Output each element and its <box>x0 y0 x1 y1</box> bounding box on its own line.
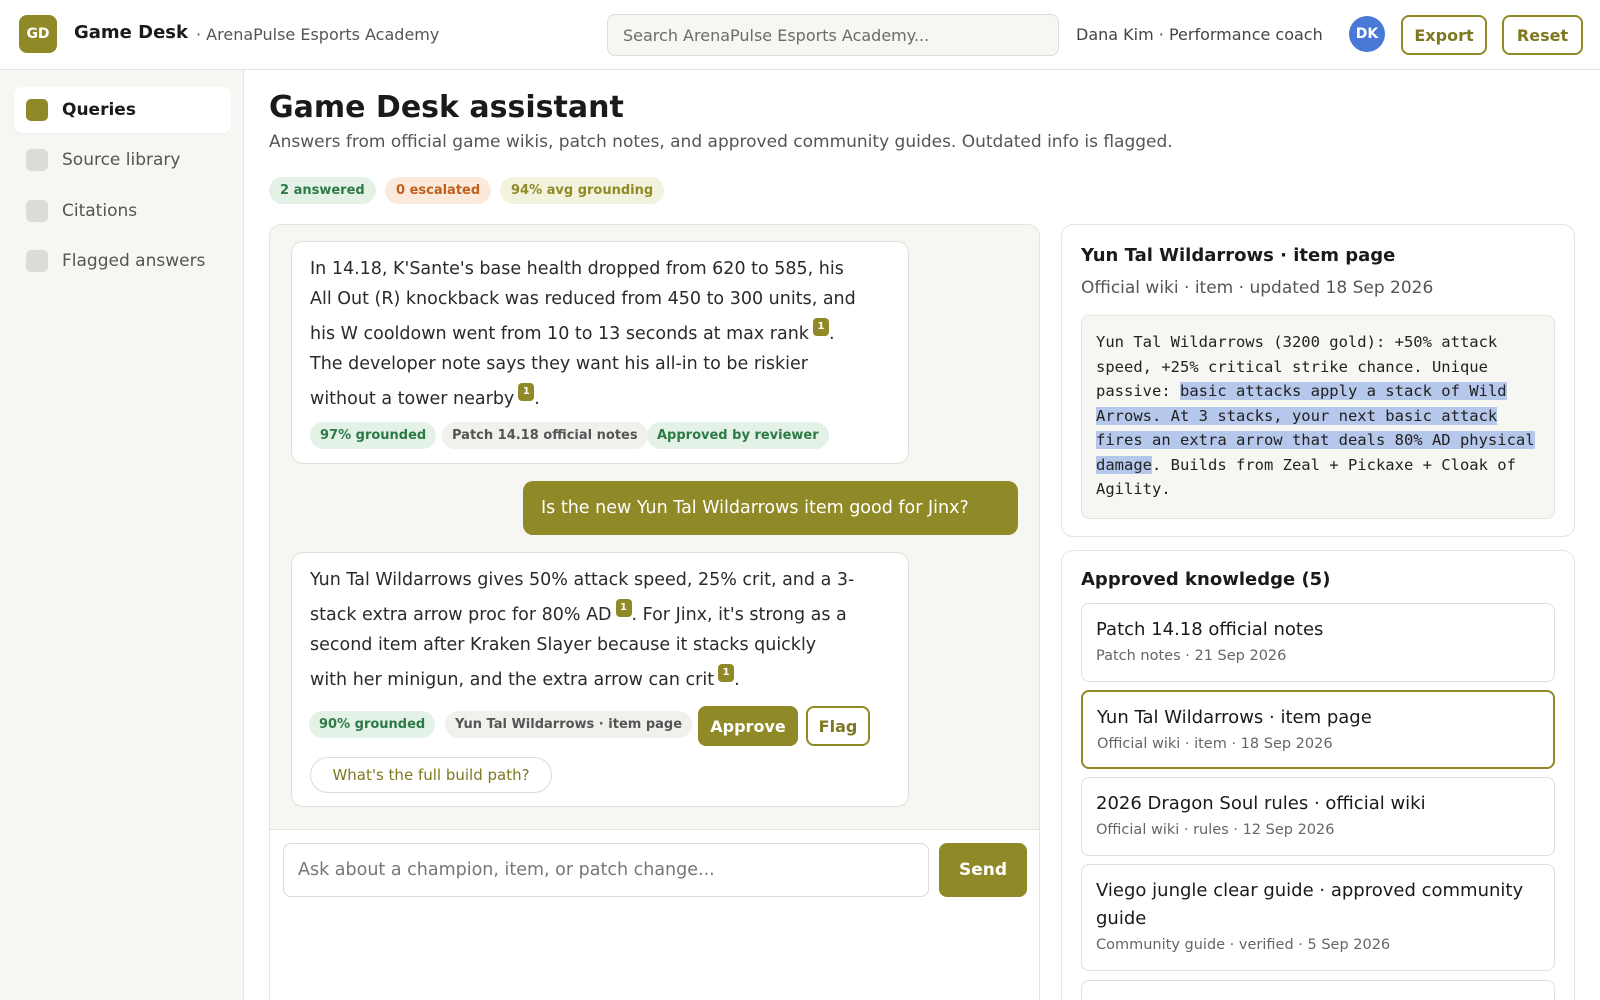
source-badge[interactable]: Patch 14.18 official notes <box>442 422 648 449</box>
knowledge-item[interactable] <box>1081 980 1555 1000</box>
reset-button[interactable]: Reset <box>1502 15 1583 55</box>
grounded-badge: 90% grounded <box>309 711 436 738</box>
top-bar: GD Game Desk · ArenaPulse Esports Academ… <box>0 0 1600 70</box>
knowledge-item-title: 2026 Dragon Soul rules · official wiki <box>1096 793 1426 814</box>
user-name: Dana Kim · Performance coach <box>1076 25 1323 44</box>
export-button[interactable]: Export <box>1401 15 1487 55</box>
approve-button[interactable]: Approve <box>698 706 798 746</box>
source-detail-title: Yun Tal Wildarrows · item page <box>1081 245 1396 266</box>
grounded-badge: 97% grounded <box>310 422 437 449</box>
knowledge-item[interactable]: Viego jungle clear guide · approved comm… <box>1081 864 1555 971</box>
send-button[interactable]: Send <box>939 843 1027 897</box>
knowledge-item[interactable]: 2026 Dragon Soul rules · official wiki O… <box>1081 777 1555 856</box>
escalated-badge: 0 escalated <box>385 177 492 204</box>
knowledge-item-title: Viego jungle clear guide · approved comm… <box>1096 880 1524 929</box>
flagged-answers-icon <box>26 250 48 272</box>
message-line-text: without a tower nearby <box>310 389 515 409</box>
sentence-period: . <box>828 324 835 344</box>
message-line: his W cooldown went from 10 to 13 second… <box>310 318 856 349</box>
source-badge[interactable]: Yun Tal Wildarrows · item page <box>445 711 693 738</box>
knowledge-item-meta: Official wiki · item · 18 Sep 2026 <box>1097 736 1333 752</box>
sidebar-item-queries[interactable]: Queries <box>14 87 231 133</box>
sidebar-item-source-library[interactable]: Source library <box>14 137 231 183</box>
message-line: The developer note says they want his al… <box>310 354 808 374</box>
message-line: Yun Tal Wildarrows gives 50% attack spee… <box>310 570 855 590</box>
approved-badge: Approved by reviewer <box>647 422 829 449</box>
citation-marker[interactable]: 1 <box>615 599 632 617</box>
citation-marker[interactable]: 1 <box>518 383 535 401</box>
message-line: with her minigun, and the extra arrow ca… <box>310 664 854 695</box>
knowledge-item-meta: Patch notes · 21 Sep 2026 <box>1096 648 1287 664</box>
grounding-badge: 94% avg grounding <box>500 177 665 204</box>
excerpt-text: . Builds from Zeal + Pickaxe + Cloak of … <box>1096 455 1516 499</box>
sidebar: Queries Source library Citations Flagged… <box>0 70 244 1000</box>
knowledge-item-title: Patch 14.18 official notes <box>1096 619 1324 640</box>
sidebar-item-label: Source library <box>62 150 181 170</box>
knowledge-item[interactable]: Yun Tal Wildarrows · item page Official … <box>1081 690 1555 769</box>
app-logo: GD <box>19 15 57 53</box>
source-detail-card: Yun Tal Wildarrows · item page Official … <box>1061 224 1575 537</box>
app-name: Game Desk <box>74 22 188 43</box>
org-name: · ArenaPulse Esports Academy <box>196 25 440 44</box>
source-excerpt: Yun Tal Wildarrows (3200 gold): +50% att… <box>1081 315 1555 519</box>
message-line: All Out (R) knockback was reduced from 4… <box>310 289 856 309</box>
page-subtitle: Answers from official game wikis, patch … <box>269 132 1173 152</box>
sentence-period: . <box>534 389 540 409</box>
message-line-text: with her minigun, and the extra arrow ca… <box>310 670 715 690</box>
source-detail-meta: Official wiki · item · updated 18 Sep 20… <box>1081 278 1434 298</box>
knowledge-item-meta: Community guide · verified · 5 Sep 2026 <box>1096 937 1391 953</box>
message-line: stack extra arrow proc for 80% AD 1. For … <box>310 599 854 630</box>
page-title: Game Desk assistant <box>269 90 624 125</box>
sidebar-item-label: Flagged answers <box>62 251 206 271</box>
message-line: without a tower nearby 1. <box>310 383 856 414</box>
approved-knowledge-title: Approved knowledge (5) <box>1081 569 1331 590</box>
message-line: second item after Kraken Slayer because … <box>310 635 817 655</box>
suggestion-chip[interactable]: What's the full build path? <box>310 757 552 793</box>
message-line-text: his W cooldown went from 10 to 13 second… <box>310 324 809 344</box>
sidebar-item-label: Queries <box>62 100 136 120</box>
message-text: In 14.18, K'Sante's base health dropped … <box>310 254 856 414</box>
citations-icon <box>26 200 48 222</box>
message-text: Yun Tal Wildarrows gives 50% attack spee… <box>310 565 854 695</box>
source-library-icon <box>26 149 48 171</box>
message-line: In 14.18, K'Sante's base health dropped … <box>310 259 844 279</box>
message-line-text: stack extra arrow proc for 80% AD <box>310 605 612 625</box>
sidebar-item-label: Citations <box>62 201 138 221</box>
knowledge-item-meta: Official wiki · rules · 12 Sep 2026 <box>1096 822 1335 838</box>
sidebar-item-citations[interactable]: Citations <box>14 188 231 234</box>
user-message: Is the new Yun Tal Wildarrows item good … <box>523 481 1018 535</box>
answered-badge: 2 answered <box>269 177 376 204</box>
sidebar-item-flagged-answers[interactable]: Flagged answers <box>14 238 231 284</box>
knowledge-item-title: Yun Tal Wildarrows · item page <box>1097 707 1372 728</box>
message-input[interactable] <box>283 843 929 897</box>
message-line-text: . For Jinx, it's strong as a <box>631 605 847 625</box>
knowledge-item[interactable]: Patch 14.18 official notes Patch notes ·… <box>1081 603 1555 682</box>
queries-icon <box>26 99 48 121</box>
citation-marker[interactable]: 1 <box>718 664 735 682</box>
citation-marker[interactable]: 1 <box>812 318 829 336</box>
avatar[interactable]: DK <box>1349 16 1385 52</box>
search-input[interactable] <box>607 14 1059 56</box>
assistant-message: In 14.18, K'Sante's base health dropped … <box>291 241 909 464</box>
flag-button[interactable]: Flag <box>806 706 870 746</box>
sentence-period: . <box>734 670 740 690</box>
